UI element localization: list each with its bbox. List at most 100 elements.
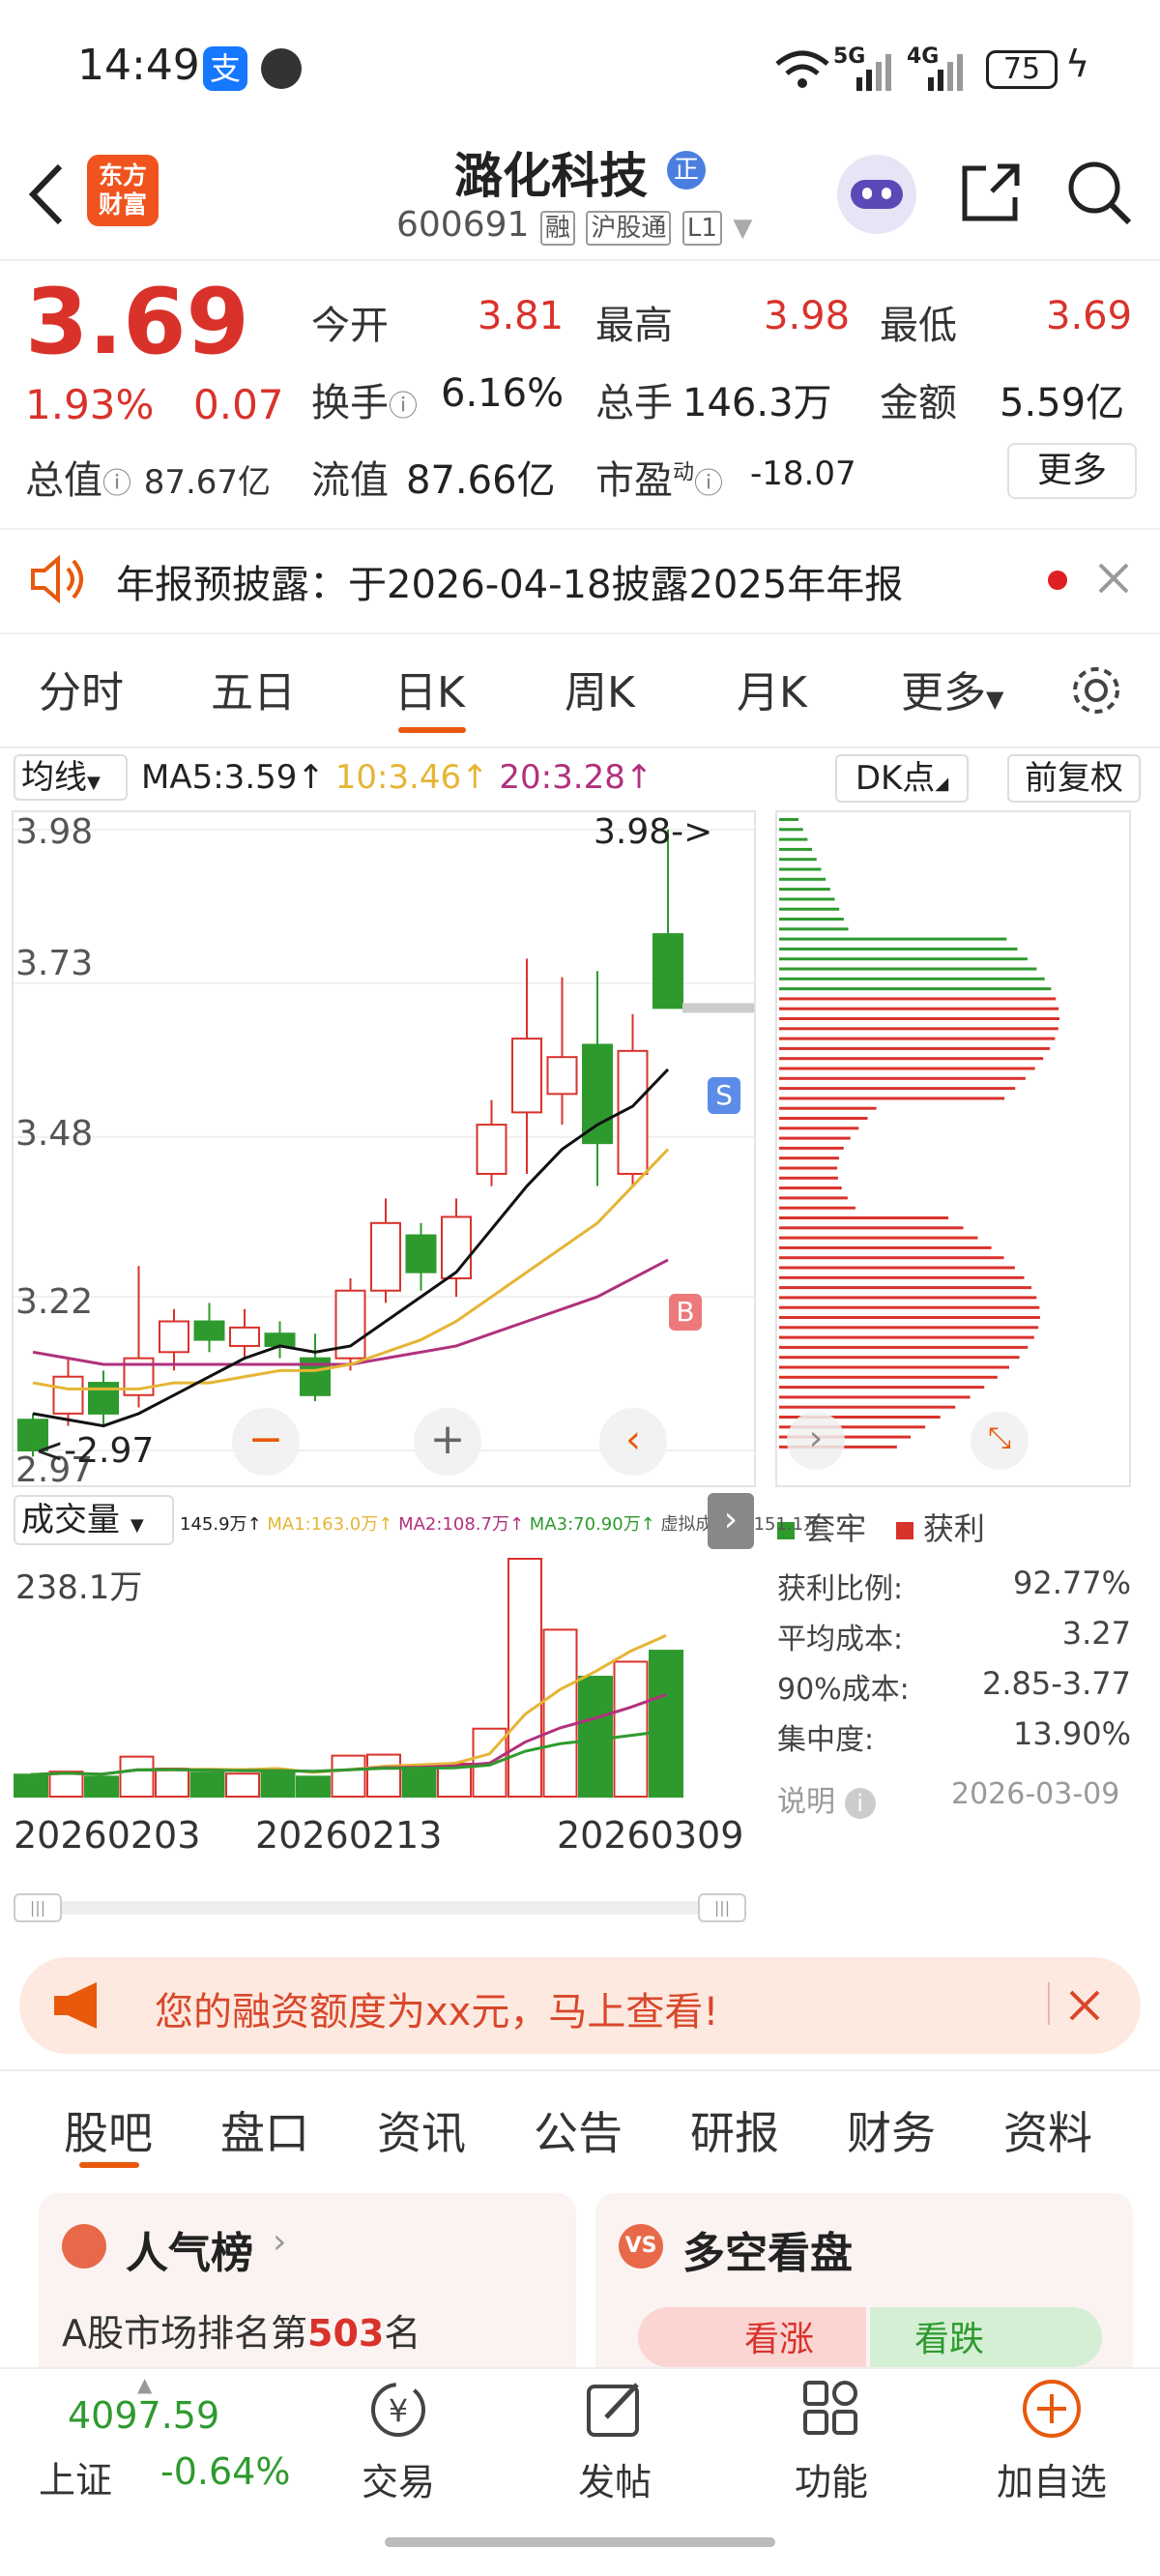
nav-functions[interactable]: 功能 [754, 2377, 909, 2505]
chip-bar [779, 1316, 1040, 1319]
audio-icon [261, 48, 302, 89]
chip-bar [779, 1356, 1020, 1360]
stat-value: 2.85-3.77 [981, 1665, 1131, 1702]
turnover-label-text: 换手 [311, 381, 389, 425]
chip-bar [779, 957, 1028, 961]
nav-add-watchlist[interactable]: 加自选 [974, 2377, 1129, 2505]
more-button[interactable]: 更多 [1007, 443, 1137, 499]
stat-value: 13.90% [1012, 1715, 1131, 1752]
chip-bar [779, 847, 813, 851]
chip-bar [779, 967, 1037, 971]
range-handle-right[interactable]: ||| [698, 1893, 746, 1922]
candlestick-panel[interactable] [12, 810, 756, 1487]
tab-five-day[interactable]: 五日 [211, 658, 296, 719]
chip-bar [779, 837, 808, 841]
wifi-icon [775, 50, 829, 88]
volume-bar [401, 1765, 437, 1798]
candle-body [159, 1320, 189, 1354]
volume-bar [542, 1628, 578, 1798]
candle-body [652, 933, 683, 1010]
chip-distribution-panel[interactable]: › ⤡ [775, 810, 1131, 1487]
tab-forum[interactable]: 股吧 [64, 2098, 153, 2162]
sell-signal-badge[interactable]: S [708, 1077, 740, 1114]
chip-bar [779, 1305, 1040, 1309]
range-slider-track[interactable] [19, 1901, 746, 1915]
app-logo[interactable]: 东方 财富 [87, 155, 159, 226]
info-icon[interactable]: ⓘ [389, 390, 418, 424]
volume-bar [14, 1773, 48, 1798]
divider [1048, 1982, 1050, 2025]
tab-announcements[interactable]: 公告 [534, 2098, 623, 2162]
index-value[interactable]: 4097.59 [68, 2394, 219, 2437]
popularity-card[interactable] [39, 2193, 576, 2386]
expand-icon[interactable]: ⤡ [971, 1412, 1029, 1470]
chip-bar [779, 1017, 1059, 1020]
candle-body [441, 1215, 472, 1280]
tab-intraday[interactable]: 分时 [39, 658, 124, 719]
chip-note[interactable]: 说明 i [777, 1777, 876, 1820]
tab-more[interactable]: 更多▼ [901, 658, 1003, 719]
candlestick-chart[interactable] [14, 812, 754, 1485]
ma-readout: MA5:3.59↑ 10:3.46↑ 20:3.28↑ [141, 758, 652, 797]
battery-icon: 75 [986, 50, 1058, 89]
nav-functions-label: 功能 [794, 2461, 868, 2503]
dk-point-select[interactable]: DK点◢ [835, 754, 969, 803]
tab-weekly-k[interactable]: 周K [565, 658, 635, 719]
notice-text: 年报预披露：于2026-04-18披露2025年年报 [116, 563, 904, 607]
grid-apps-icon [803, 2381, 857, 2435]
volume-bar [155, 1768, 189, 1798]
y-tick: 3.73 [15, 944, 94, 983]
tab-financials[interactable]: 财务 [847, 2098, 936, 2162]
ai-assistant-icon[interactable] [837, 155, 916, 234]
close-icon[interactable] [1096, 561, 1131, 596]
tab-news[interactable]: 资讯 [377, 2098, 466, 2162]
rank-value: 503 [307, 2312, 385, 2355]
volume-indicator-label: 成交量 [21, 1501, 120, 1539]
chip-bar [779, 1326, 1039, 1330]
back-icon[interactable] [23, 161, 66, 228]
tab-orderbook[interactable]: 盘口 [220, 2098, 309, 2162]
chevron-right-icon: › [273, 2222, 287, 2262]
caret-down-icon: ▼ [130, 1515, 144, 1536]
tab-research[interactable]: 研报 [690, 2098, 779, 2162]
settings-gear-icon[interactable] [1067, 661, 1125, 719]
candle-body [405, 1234, 437, 1273]
tab-more-label: 更多 [901, 668, 986, 717]
mcap-label: 总值 [25, 458, 102, 503]
zoom-in-button[interactable]: + [414, 1408, 481, 1476]
info-icon[interactable]: ⓘ [694, 467, 723, 501]
chip-bar [779, 1146, 844, 1150]
chip-bar [779, 1057, 1044, 1061]
y-tick: 3.48 [15, 1114, 94, 1154]
chevron-right-icon[interactable]: › [787, 1412, 845, 1470]
bear-button[interactable] [870, 2307, 1102, 2367]
turnover-label: 换手ⓘ [311, 371, 418, 427]
volume-indicator-select[interactable]: 成交量 ▼ [14, 1495, 174, 1545]
range-handle-left[interactable]: ||| [14, 1893, 62, 1922]
volume-bar [48, 1771, 84, 1799]
buy-signal-badge[interactable]: B [669, 1294, 702, 1331]
chip-bar [779, 828, 803, 832]
tab-indicator [79, 2162, 139, 2168]
search-icon[interactable] [1063, 157, 1135, 228]
close-icon[interactable] [1067, 1988, 1102, 2023]
expand-right-button[interactable]: › [708, 1493, 754, 1549]
zoom-out-button[interactable]: − [232, 1408, 300, 1476]
info-icon[interactable]: ⓘ [102, 467, 131, 501]
indicator-select[interactable]: 均线▼ [14, 754, 128, 801]
nav-post[interactable]: 发帖 [537, 2377, 692, 2505]
chevron-down-icon[interactable]: ▼ [733, 214, 752, 243]
tab-profile[interactable]: 资料 [1003, 2098, 1092, 2162]
nav-trade[interactable]: ¥ 交易 [321, 2377, 476, 2505]
volume-bar [508, 1558, 542, 1798]
scroll-left-button[interactable]: ‹ [599, 1408, 667, 1476]
tag-level: L1 [682, 211, 722, 246]
chip-bar [779, 918, 844, 921]
tab-monthly-k[interactable]: 月K [737, 658, 807, 719]
chip-bar [779, 927, 849, 931]
share-icon[interactable] [957, 159, 1025, 226]
chip-bar [779, 1196, 848, 1200]
chip-stat-row: 集中度: 13.90% [777, 1715, 1131, 1758]
tab-daily-k[interactable]: 日K [394, 658, 465, 719]
adjust-select[interactable]: 前复权 [1007, 754, 1141, 803]
